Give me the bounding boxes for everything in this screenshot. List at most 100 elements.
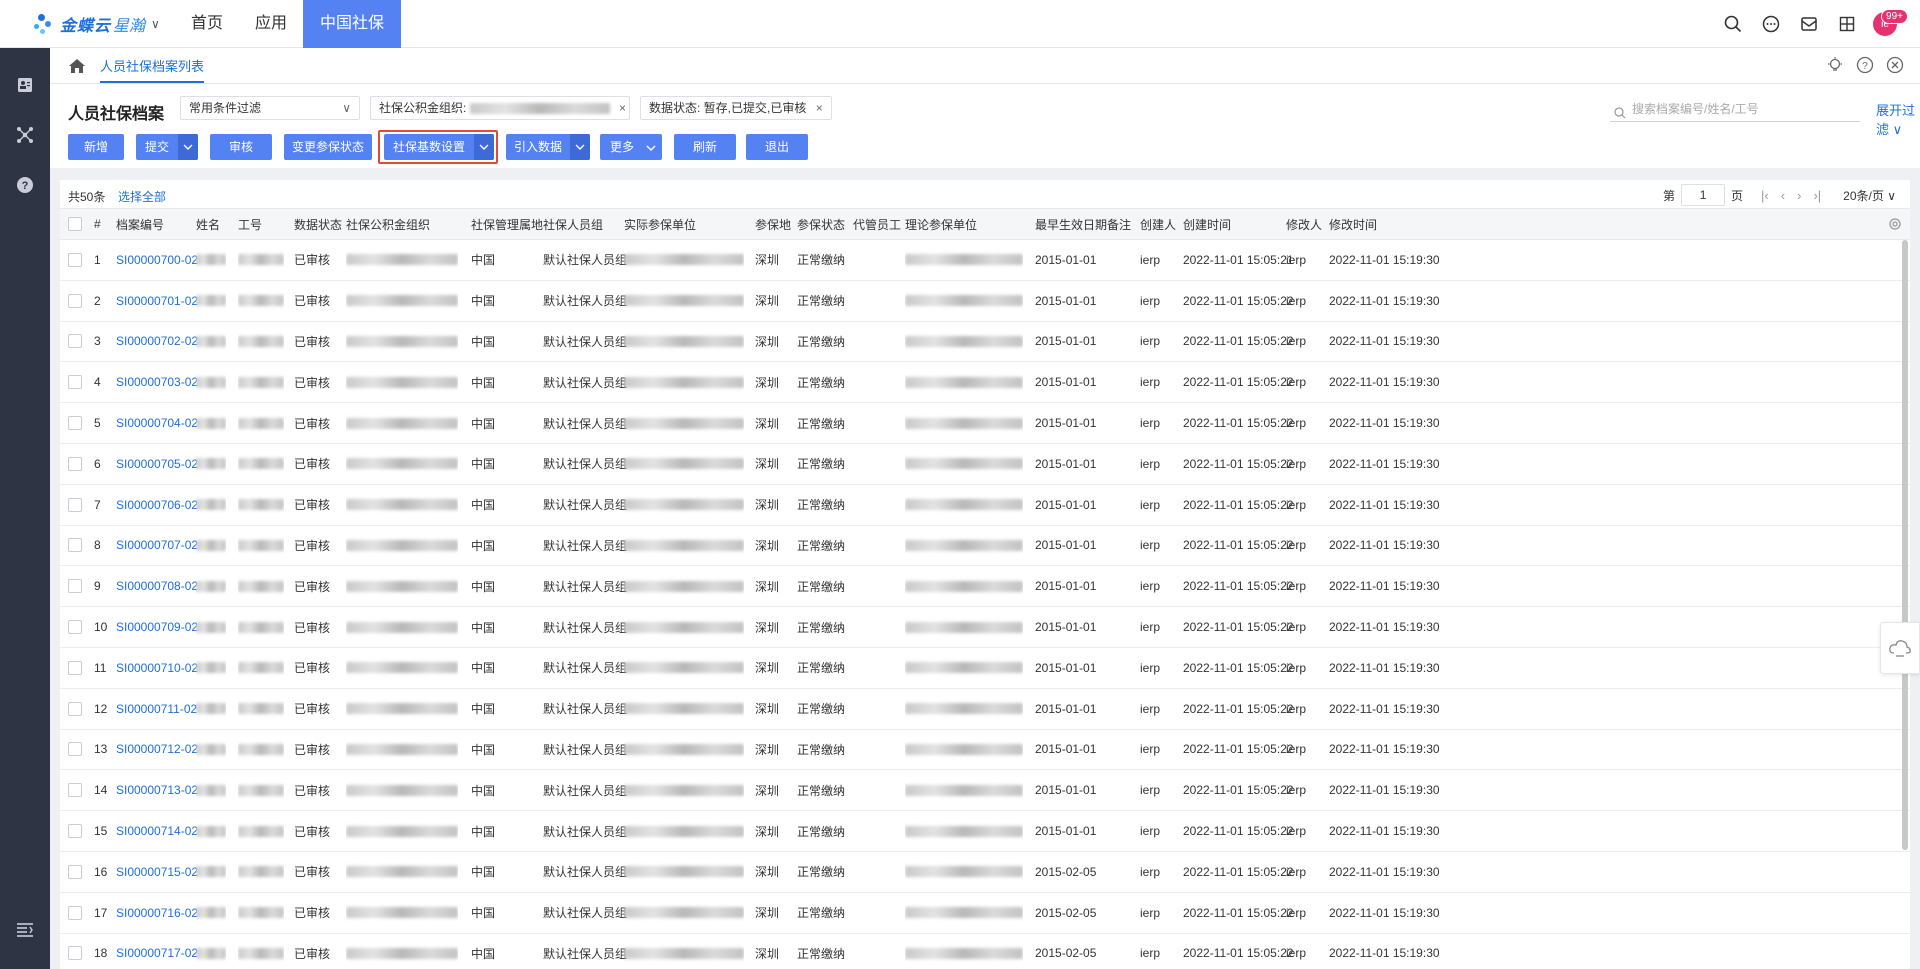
checkbox[interactable] xyxy=(68,252,82,267)
base-setting-button[interactable]: 社保基数设置 xyxy=(384,134,494,160)
search-input[interactable]: 搜索档案编号/姓名/工号 xyxy=(1610,96,1860,122)
search-icon[interactable] xyxy=(1716,7,1750,41)
collapse-menu-icon[interactable] xyxy=(0,905,50,955)
checkbox[interactable] xyxy=(68,416,82,431)
table-row[interactable]: 2 SI00000701-02 已审核 中国 默认社保人员组 深圳 正常缴纳 2015-01-… xyxy=(60,280,1910,322)
import-button[interactable]: 引入数据 xyxy=(506,134,590,160)
table-row[interactable]: 7 SI00000706-02 已审核 中国 默认社保人员组 深圳 正常缴纳 2015-01-… xyxy=(60,484,1910,526)
vertical-scrollbar[interactable] xyxy=(1902,240,1908,850)
audit-button[interactable]: 审核 xyxy=(210,134,272,160)
row-checkbox[interactable] xyxy=(68,607,82,647)
checkbox[interactable] xyxy=(68,701,82,716)
submit-button[interactable]: 提交 xyxy=(136,134,198,160)
cell-code[interactable]: SI00000709-02 xyxy=(116,607,198,647)
table-row[interactable]: 3 SI00000702-02 已审核 中国 默认社保人员组 深圳 正常缴纳 2015-01-… xyxy=(60,321,1910,363)
contacts-icon[interactable] xyxy=(0,60,50,110)
table-row[interactable]: 5 SI00000704-02 已审核 中国 默认社保人员组 深圳 正常缴纳 2015-01-… xyxy=(60,403,1910,444)
row-checkbox[interactable] xyxy=(68,485,82,525)
chevron-down-icon[interactable] xyxy=(474,134,494,160)
cell-code[interactable]: SI00000715-02 xyxy=(116,852,198,892)
table-row[interactable]: 17 SI00000716-02 已审核 中国 默认社保人员组 深圳 正常缴纳 2015-02… xyxy=(60,892,1910,934)
checkbox[interactable] xyxy=(68,620,82,635)
cell-code[interactable]: SI00000712-02 xyxy=(116,730,198,770)
row-checkbox[interactable] xyxy=(68,403,82,443)
table-row[interactable]: 14 SI00000713-02 已审核 中国 默认社保人员组 深圳 正常缴纳 2015-01… xyxy=(60,770,1910,812)
checkbox[interactable] xyxy=(68,334,82,349)
checkbox[interactable] xyxy=(68,456,82,471)
table-row[interactable]: 15 SI00000714-02 已审核 中国 默认社保人员组 深圳 正常缴纳 2015-01… xyxy=(60,811,1910,852)
help-circle-icon[interactable]: ? xyxy=(1856,56,1874,77)
table-row[interactable]: 4 SI00000703-02 已审核 中国 默认社保人员组 深圳 正常缴纳 2015-01-… xyxy=(60,362,1910,404)
row-checkbox[interactable] xyxy=(68,526,82,566)
table-row[interactable]: 8 SI00000707-02 已审核 中国 默认社保人员组 深圳 正常缴纳 2015-01-… xyxy=(60,525,1910,567)
page-size-select[interactable]: 20条/页 ∨ xyxy=(1843,187,1896,204)
checkbox[interactable] xyxy=(68,742,82,757)
row-checkbox[interactable] xyxy=(68,566,82,606)
checkbox[interactable] xyxy=(68,660,82,675)
table-row[interactable]: 12 SI00000711-02 已审核 中国 默认社保人员组 深圳 正常缴纳 2015-01… xyxy=(60,688,1910,730)
cell-code[interactable]: SI00000717-02 xyxy=(116,934,198,969)
tab-archive-list[interactable]: 人员社保档案列表 xyxy=(100,56,205,83)
row-checkbox[interactable] xyxy=(68,770,82,810)
table-row[interactable]: 16 SI00000715-02 已审核 中国 默认社保人员组 深圳 正常缴纳 2015-02… xyxy=(60,852,1910,893)
cell-code[interactable]: SI00000716-02 xyxy=(116,893,198,933)
checkbox[interactable] xyxy=(68,579,82,594)
last-page-icon[interactable]: ›| xyxy=(1813,188,1821,203)
close-circle-icon[interactable] xyxy=(1886,56,1904,77)
add-button[interactable]: 新增 xyxy=(68,134,124,160)
change-status-button[interactable]: 变更参保状态 xyxy=(284,134,372,160)
filter-tag-org[interactable]: 社保公积金组织: × xyxy=(370,96,630,120)
checkbox[interactable] xyxy=(68,217,82,231)
table-row[interactable]: 11 SI00000710-02 已审核 中国 默认社保人员组 深圳 正常缴纳 2015-01… xyxy=(60,648,1910,689)
chevron-down-icon[interactable] xyxy=(178,134,198,160)
more-button[interactable]: 更多 xyxy=(600,134,662,160)
row-checkbox[interactable] xyxy=(68,648,82,688)
cell-code[interactable]: SI00000700-02 xyxy=(116,240,198,280)
nav-china-social-security[interactable]: 中国社保 xyxy=(303,0,402,48)
table-row[interactable]: 10 SI00000709-02 已审核 中国 默认社保人员组 深圳 正常缴纳 2015-01… xyxy=(60,607,1910,648)
table-row[interactable]: 9 SI00000708-02 已审核 中国 默认社保人员组 深圳 正常缴纳 2015-01-… xyxy=(60,566,1910,608)
user-menu[interactable]: ie 99+ xyxy=(1868,7,1908,41)
message-icon[interactable] xyxy=(1754,7,1788,41)
first-page-icon[interactable]: |‹ xyxy=(1761,188,1769,203)
row-checkbox[interactable] xyxy=(68,689,82,729)
checkbox[interactable] xyxy=(68,375,82,390)
home-icon[interactable] xyxy=(68,58,86,77)
close-icon[interactable]: × xyxy=(619,101,626,115)
checkbox[interactable] xyxy=(68,905,82,920)
table-row[interactable]: 1 SI00000700-02 已审核 中国 默认社保人员组 深圳 正常缴纳 2015-01-… xyxy=(60,240,1910,281)
table-row[interactable]: 13 SI00000712-02 已审核 中国 默认社保人员组 深圳 正常缴纳 2015-01… xyxy=(60,729,1910,771)
refresh-button[interactable]: 刷新 xyxy=(674,134,736,160)
checkbox[interactable] xyxy=(68,538,82,553)
cell-code[interactable]: SI00000705-02 xyxy=(116,444,198,484)
cell-code[interactable]: SI00000711-02 xyxy=(116,689,197,729)
cell-code[interactable]: SI00000710-02 xyxy=(116,648,198,688)
table-row[interactable]: 18 SI00000717-02 已审核 中国 默认社保人员组 深圳 正常缴纳 2015-02… xyxy=(60,933,1910,969)
exit-button[interactable]: 退出 xyxy=(746,134,808,160)
brand-logo[interactable]: 金蝶云 星瀚 ∨ xyxy=(34,10,160,38)
cell-code[interactable]: SI00000706-02 xyxy=(116,485,198,525)
checkbox[interactable] xyxy=(68,824,82,839)
select-all-link[interactable]: 选择全部 xyxy=(118,188,166,205)
cell-code[interactable]: SI00000702-02 xyxy=(116,322,198,362)
cell-code[interactable]: SI00000704-02 xyxy=(116,403,198,443)
cell-code[interactable]: SI00000713-02 xyxy=(116,770,198,810)
help-icon[interactable]: ? xyxy=(0,160,50,210)
filter-tag-status[interactable]: 数据状态: 暂存,已提交,已审核 × xyxy=(640,96,832,120)
network-icon[interactable] xyxy=(0,110,50,160)
cell-code[interactable]: SI00000714-02 xyxy=(116,811,198,851)
row-checkbox[interactable] xyxy=(68,281,82,321)
grid-apps-icon[interactable] xyxy=(1830,7,1864,41)
row-checkbox[interactable] xyxy=(68,893,82,933)
close-icon[interactable]: × xyxy=(816,101,823,115)
nav-home[interactable]: 首页 xyxy=(175,0,239,48)
checkbox[interactable] xyxy=(68,497,82,512)
cell-code[interactable]: SI00000708-02 xyxy=(116,566,198,606)
checkbox[interactable] xyxy=(68,783,82,798)
cloud-upload-icon[interactable] xyxy=(1880,622,1920,674)
prev-page-icon[interactable]: ‹ xyxy=(1781,188,1785,203)
row-checkbox[interactable] xyxy=(68,852,82,892)
lightbulb-icon[interactable] xyxy=(1826,56,1844,77)
row-checkbox[interactable] xyxy=(68,730,82,770)
checkbox[interactable] xyxy=(68,293,82,308)
